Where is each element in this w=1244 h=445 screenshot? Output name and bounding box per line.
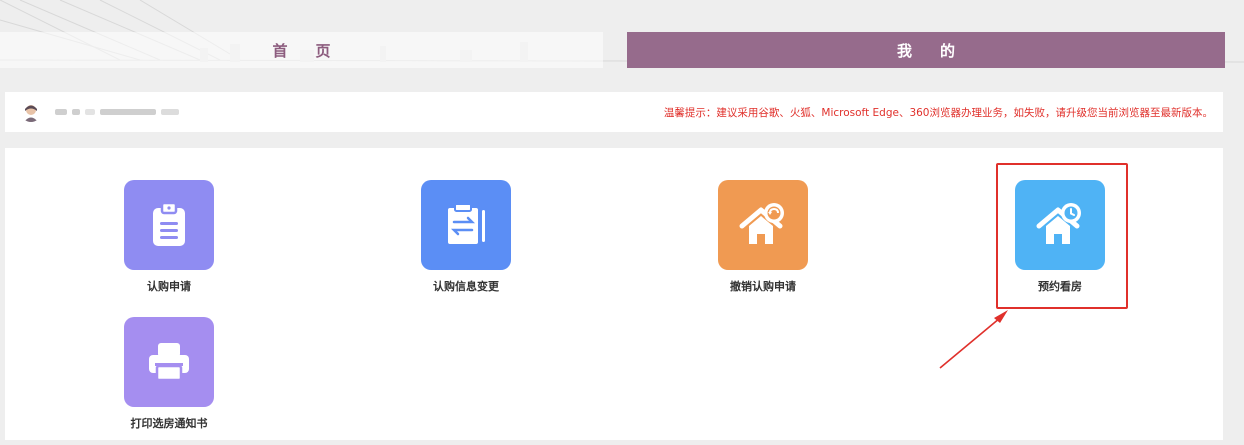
swap-document-icon (421, 180, 511, 270)
tile-label: 撤销认购申请 (730, 280, 796, 293)
browser-tip: 温馨提示：建议采用谷歌、火狐、Microsoft Edge、360浏览器办理业务… (663, 107, 1213, 119)
clipboard-icon (124, 180, 214, 270)
printer-icon (124, 317, 214, 407)
tab-home[interactable]: 首页 (0, 32, 603, 68)
tile-label: 打印选房通知书 (130, 417, 208, 430)
tile-label: 预约看房 (1038, 280, 1082, 293)
tab-mine[interactable]: 我的 (627, 32, 1225, 68)
blurred-username (55, 109, 179, 115)
tile-book-viewing[interactable]: 预约看房 (970, 180, 1150, 294)
tile-subscription-change[interactable]: 认购信息变更 (376, 180, 556, 294)
avatar (21, 102, 41, 122)
tile-print-notice[interactable]: 打印选房通知书 (79, 317, 259, 431)
tile-label: 认购申请 (147, 280, 191, 293)
tile-subscription-apply[interactable]: 认购申请 (79, 180, 259, 294)
tile-cancel-subscription[interactable]: 撤销认购申请 (673, 180, 853, 294)
house-undo-icon (718, 180, 808, 270)
tile-label: 认购信息变更 (433, 280, 499, 293)
house-clock-icon (1015, 180, 1105, 270)
services-panel: 认购申请 认购信息变更 撤销认购申请 预约看房 打印选房通知书 (5, 148, 1223, 440)
user-avatar-icon (21, 102, 41, 122)
top-navigation: 首页 我的 (0, 32, 1244, 68)
user-info-bar: 温馨提示：建议采用谷歌、火狐、Microsoft Edge、360浏览器办理业务… (5, 92, 1223, 132)
